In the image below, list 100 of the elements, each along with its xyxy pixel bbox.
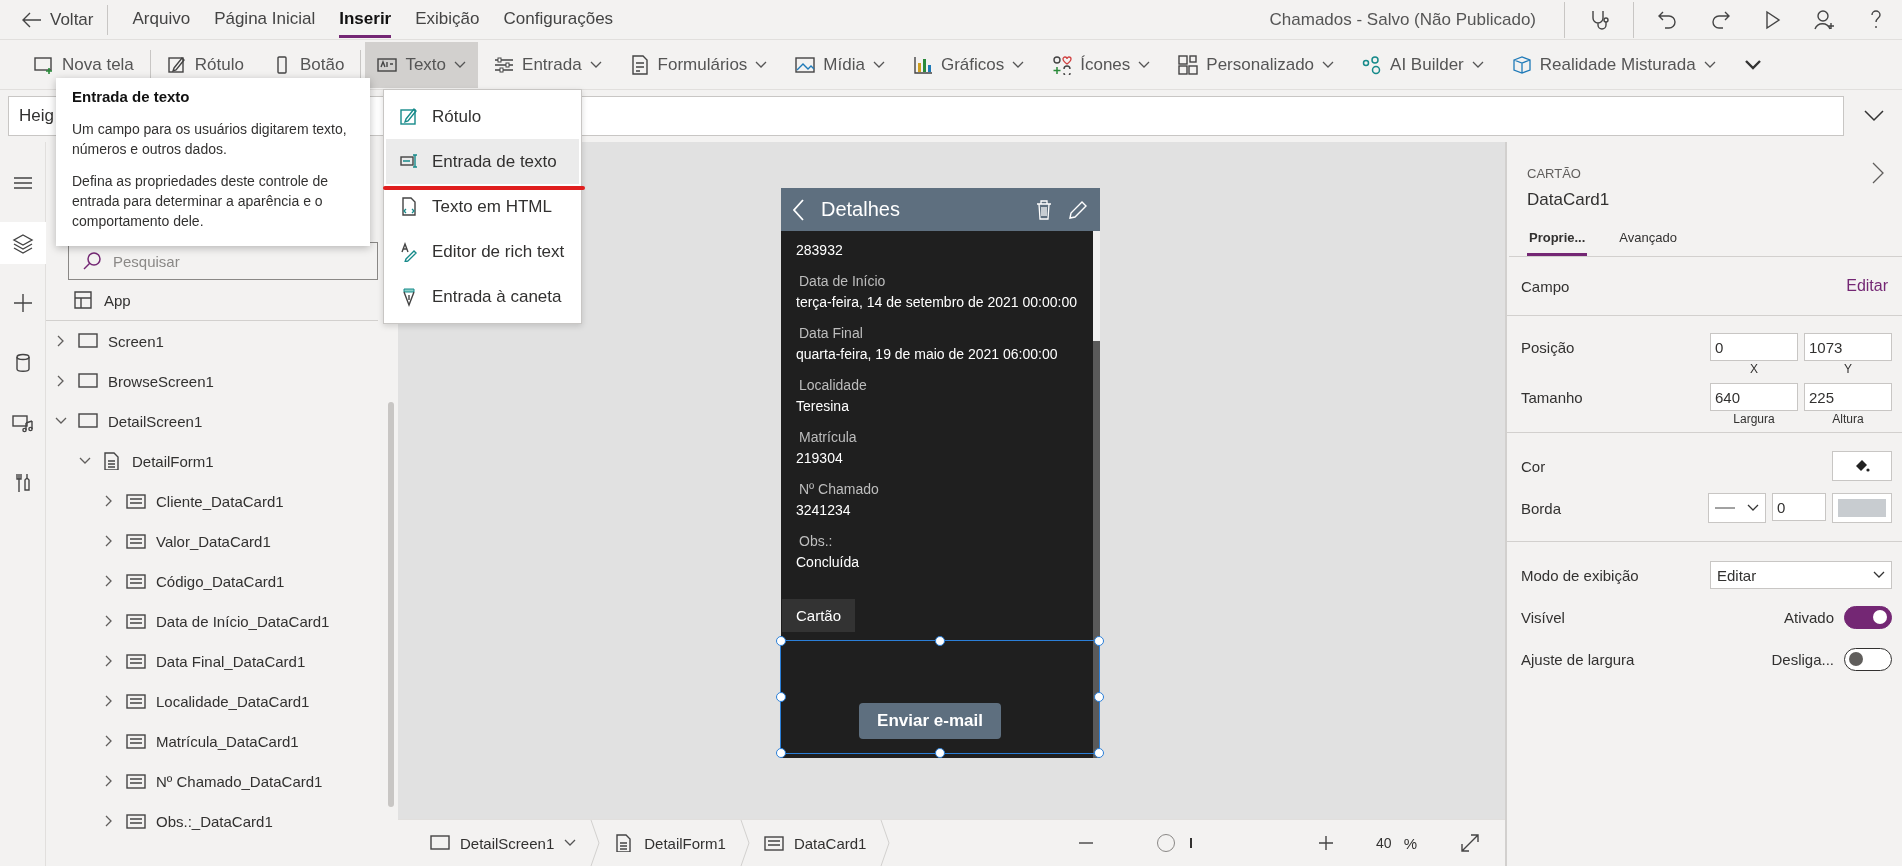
media-icon[interactable] bbox=[11, 412, 34, 434]
chevron-down-icon bbox=[589, 60, 602, 69]
color-picker[interactable] bbox=[1832, 451, 1892, 481]
scrollbar[interactable] bbox=[1093, 231, 1100, 758]
rich-text-icon bbox=[400, 241, 418, 262]
chevron-right-icon[interactable] bbox=[105, 815, 113, 827]
number-field[interactable]: 640 bbox=[1710, 383, 1798, 411]
tree-item[interactable]: BrowseScreen1 bbox=[46, 361, 398, 401]
ribbon-button[interactable]: Nova tela bbox=[22, 41, 146, 88]
field-label: Nº Chamado bbox=[798, 481, 880, 497]
menu-item[interactable]: Editor de rich text bbox=[386, 229, 579, 274]
layers-icon[interactable] bbox=[11, 232, 34, 254]
border-style-dropdown[interactable] bbox=[1708, 493, 1766, 523]
tree-item[interactable]: DetailScreen1 bbox=[46, 401, 398, 441]
ribbon-button[interactable]: AI Builder bbox=[1350, 41, 1496, 88]
back-button[interactable]: Voltar bbox=[22, 4, 109, 35]
menu-item[interactable]: Entrada à caneta bbox=[386, 274, 579, 319]
menu-tab[interactable]: Arquivo bbox=[132, 1, 191, 38]
scrollbar[interactable] bbox=[388, 402, 394, 807]
chevron-right-icon[interactable] bbox=[57, 335, 65, 347]
breadcrumb-item[interactable]: DetailForm1 bbox=[600, 834, 740, 852]
tree-item[interactable]: DetailForm1 bbox=[46, 441, 398, 481]
chevron-right-icon[interactable] bbox=[105, 535, 113, 547]
chevron-right-icon[interactable] bbox=[105, 615, 113, 627]
tree-item[interactable]: Data de Início_DataCard1 bbox=[46, 601, 398, 641]
number-field[interactable]: 0 bbox=[1710, 333, 1798, 361]
plus-icon[interactable] bbox=[1318, 835, 1335, 851]
tree-item[interactable]: Matrícula_DataCard1 bbox=[46, 721, 398, 761]
menu-tab[interactable]: Configurações bbox=[503, 1, 614, 38]
ribbon-button[interactable]: Texto bbox=[365, 41, 479, 88]
chevron-right-icon[interactable] bbox=[57, 375, 65, 387]
panel-tab[interactable]: Avançado bbox=[1617, 226, 1679, 256]
tree-item[interactable]: Valor_DataCard1 bbox=[46, 521, 398, 561]
menu-tab[interactable]: Inserir bbox=[339, 1, 392, 38]
card-icon bbox=[126, 572, 146, 590]
chevron-right-icon[interactable] bbox=[105, 695, 113, 707]
shapes-icon bbox=[1052, 54, 1073, 75]
selected-card[interactable]: Enviar e-mail bbox=[776, 636, 1104, 758]
ribbon-button[interactable]: Ícones bbox=[1040, 41, 1163, 88]
resize-handle[interactable] bbox=[776, 748, 786, 758]
menu-item[interactable]: Rótulo bbox=[386, 94, 579, 139]
toggle-switch[interactable] bbox=[1844, 605, 1892, 629]
trash-icon[interactable] bbox=[1036, 199, 1052, 220]
menu-item[interactable]: Texto em HTML bbox=[386, 184, 579, 229]
card-icon bbox=[126, 812, 146, 830]
chevron-down-icon[interactable] bbox=[1743, 58, 1762, 71]
search-icon bbox=[82, 251, 102, 271]
field-caption: Y bbox=[1843, 362, 1853, 376]
resize-handle[interactable] bbox=[776, 692, 786, 702]
resize-handle[interactable] bbox=[935, 636, 945, 646]
number-field[interactable]: 1073 bbox=[1804, 333, 1892, 361]
tree-item[interactable]: Nº Chamado_DataCard1 bbox=[46, 761, 398, 801]
number-field[interactable]: 225 bbox=[1804, 383, 1892, 411]
toggle-switch[interactable] bbox=[1844, 647, 1892, 671]
breadcrumb-item[interactable]: DetailScreen1 bbox=[416, 834, 591, 852]
chevron-right-icon[interactable] bbox=[105, 735, 113, 747]
tree-item[interactable]: Screen1 bbox=[46, 321, 398, 361]
chevron-right-icon[interactable] bbox=[105, 655, 113, 667]
ribbon-button[interactable]: Personalizado bbox=[1166, 41, 1347, 88]
ribbon-button[interactable]: Realidade Misturada bbox=[1499, 41, 1728, 88]
chevron-down-icon[interactable] bbox=[1864, 110, 1884, 122]
tree-item[interactable]: Cliente_DataCard1 bbox=[46, 481, 398, 521]
menu-item[interactable]: Entrada de texto bbox=[386, 139, 579, 184]
field-label: Localidade bbox=[798, 377, 868, 393]
ribbon-button[interactable]: Formulários bbox=[617, 41, 780, 88]
pencil-icon[interactable] bbox=[1068, 199, 1088, 220]
resize-handle[interactable] bbox=[935, 748, 945, 758]
resize-handle[interactable] bbox=[776, 636, 786, 646]
menu-tab[interactable]: Exibição bbox=[415, 1, 480, 38]
chevron-right-icon[interactable] bbox=[105, 495, 113, 507]
menu-tab[interactable]: Página Inicial bbox=[214, 1, 316, 38]
tree-item[interactable]: Obs.:_DataCard1 bbox=[46, 801, 398, 841]
expand-icon[interactable] bbox=[1459, 832, 1481, 854]
field-value: quarta-feira, 19 de maio de 2021 06:00:00 bbox=[796, 345, 1059, 363]
send-email-button[interactable]: Enviar e-mail bbox=[859, 703, 1001, 739]
ribbon-button[interactable]: Entrada bbox=[482, 41, 614, 88]
back-icon[interactable] bbox=[793, 198, 805, 221]
panel-tab[interactable]: Proprie... bbox=[1527, 226, 1588, 256]
plus-icon[interactable] bbox=[11, 292, 34, 314]
zoom-value: 40 bbox=[1376, 835, 1392, 851]
card-icon bbox=[126, 532, 146, 550]
ribbon-button[interactable]: Botão bbox=[259, 41, 357, 88]
ribbon-button[interactable]: Gráficos bbox=[900, 41, 1037, 88]
border-color-picker[interactable] bbox=[1832, 493, 1892, 523]
property-label: Borda bbox=[1521, 499, 1562, 517]
ribbon-button[interactable]: Rótulo bbox=[154, 41, 256, 88]
chevron-right-icon[interactable] bbox=[105, 575, 113, 587]
display-mode-dropdown[interactable]: Editar bbox=[1710, 561, 1892, 589]
ribbon-button[interactable]: Mídia bbox=[783, 41, 897, 88]
edit-link[interactable]: Editar bbox=[1846, 277, 1888, 295]
tree-item[interactable]: Localidade_DataCard1 bbox=[46, 681, 398, 721]
breadcrumb-item[interactable]: DataCard1 bbox=[749, 834, 881, 852]
tree-item[interactable]: Código_DataCard1 bbox=[46, 561, 398, 601]
tree-item[interactable]: App bbox=[46, 280, 378, 321]
new-screen-icon bbox=[34, 54, 54, 75]
chevron-right-icon[interactable] bbox=[1872, 162, 1884, 184]
number-field[interactable]: 0 bbox=[1772, 493, 1826, 521]
tree-item[interactable]: Data Final_DataCard1 bbox=[46, 641, 398, 681]
chevron-right-icon[interactable] bbox=[105, 775, 113, 787]
add-person-icon[interactable] bbox=[1812, 7, 1836, 32]
